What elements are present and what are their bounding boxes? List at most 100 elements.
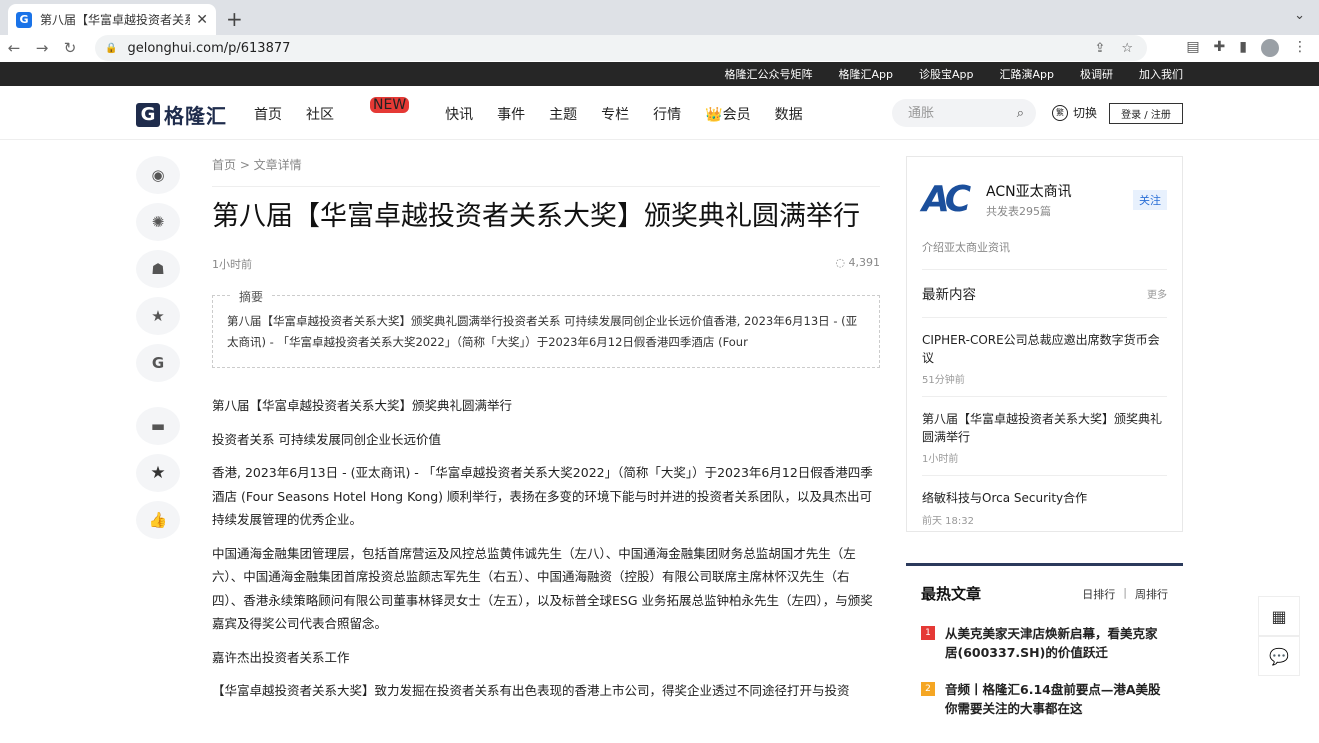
summary-label: 摘要 [231, 288, 272, 305]
summary-text: 第八届【华富卓越投资者关系大奖】颁奖典礼圆满举行投资者关系 可持续发展同创企业长… [227, 314, 858, 349]
latest-item-time: 1小时前 [922, 454, 959, 465]
latest-item-title: 络敏科技与Orca Security合作 [922, 491, 1088, 505]
search-input[interactable] [908, 105, 1004, 121]
logo-mark: G [136, 102, 160, 127]
hot-articles: 最热文章 日排行 | 周排行 1 从美克美家天津店焕新启幕，看美克家居(6003… [906, 563, 1183, 743]
latest-item[interactable]: 第八届【华富卓越投资者关系大奖】颁奖典礼圆满举行 1小时前 [922, 397, 1167, 476]
site-header: G 格隆汇 首页 社区 NEW 快讯 事件 主题 专栏 行情 👑会员 数据 ⌕ 繁… [0, 86, 1319, 140]
nav-membership[interactable]: 👑会员 [705, 104, 750, 124]
hot-rank: 1 [921, 626, 935, 640]
new-tab-icon[interactable]: + [226, 7, 243, 31]
article-body: 第八届【华富卓越投资者关系大奖】颁奖典礼圆满举行 投资者关系 可持续发展同创企业… [212, 394, 880, 703]
search-box: ⌕ [892, 99, 1036, 127]
article-views: ◌ 4,391 [835, 256, 880, 272]
hot-rank: 2 [921, 682, 935, 696]
nav-home[interactable]: 首页 [254, 104, 282, 124]
menu-icon[interactable]: ⋮ [1293, 39, 1307, 57]
topbar-link-app[interactable]: 格隆汇App [839, 66, 894, 82]
author-header: AC ACN亚太商讯 共发表295篇 关注 [922, 179, 1167, 220]
star-icon[interactable]: ★ [136, 454, 180, 492]
reload-icon[interactable]: ↻ [56, 39, 84, 57]
switch-label: 切换 [1073, 106, 1098, 120]
gelonghui-favicon-icon: G [16, 11, 32, 28]
thumbs-up-icon[interactable]: 👍 [136, 501, 180, 539]
browser-tabbar: G 第八届【华富卓越投资者关系大奖 ✕ + ⌄ [0, 0, 1319, 35]
breadcrumb: 首页 > 文章详情 [212, 156, 880, 187]
latest-item-time: 51分钟前 [922, 375, 965, 386]
topbar-link-roadshow[interactable]: 汇路演App [1000, 66, 1055, 82]
latest-item[interactable]: CIPHER-CORE公司总裁应邀出席数字货币会议 51分钟前 [922, 318, 1167, 397]
reader-icon[interactable]: ▤ [1186, 39, 1199, 57]
qq-icon[interactable]: ☗ [136, 250, 180, 288]
nav-columns[interactable]: 专栏 [601, 104, 629, 124]
article-title: 第八届【华富卓越投资者关系大奖】颁奖典礼圆满举行 [212, 201, 860, 232]
topbar-link-wechat-matrix[interactable]: 格隆汇公众号矩阵 [725, 66, 813, 82]
tab-weekly[interactable]: 周排行 [1135, 586, 1168, 602]
hot-item[interactable]: 2 音频丨格隆汇6.14盘前要点—港A美股你需要关注的大事都在这 [921, 680, 1168, 718]
article: 首页 > 文章详情 第八届【华富卓越投资者关系大奖】颁奖典礼圆满举行 1小时前 … [212, 156, 880, 703]
hot-item-title: 从美克美家天津店焕新启幕，看美克家居(600337.SH)的价值跃迁 [945, 626, 1158, 660]
latest-item[interactable]: 络敏科技与Orca Security合作 前天 18:32 [922, 476, 1167, 537]
main-nav: 首页 社区 NEW 快讯 事件 主题 专栏 行情 👑会员 数据 [254, 97, 827, 124]
sidepanel-icon[interactable]: ▮ [1239, 39, 1247, 57]
nav-market[interactable]: 行情 [653, 104, 681, 124]
browser-tab[interactable]: G 第八届【华富卓越投资者关系大奖 ✕ [8, 4, 216, 35]
new-badge: NEW [370, 97, 410, 113]
nav-topics[interactable]: 主题 [549, 104, 577, 124]
latest-title: 最新内容 [922, 287, 976, 303]
browser-toolbar: ← → ↻ 🔒 gelonghui.com/p/613877 ⇪ ☆ ▤ ✚ ▮… [0, 35, 1319, 61]
topbar-link-research[interactable]: 极调研 [1080, 66, 1113, 82]
login-register-button[interactable]: 登录 / 注册 [1109, 103, 1183, 124]
author-logo[interactable]: AC [922, 179, 978, 220]
hot-title: 最热文章 [921, 585, 982, 603]
author-info: ACN亚太商讯 共发表295篇 [986, 181, 1072, 219]
qrcode-icon[interactable]: ▦ [1258, 596, 1300, 636]
nav-community-label: 社区 [306, 107, 334, 123]
url-text: gelonghui.com/p/613877 [127, 40, 291, 56]
address-bar[interactable]: 🔒 gelonghui.com/p/613877 ⇪ ☆ [95, 35, 1147, 61]
traditional-chinese-icon: 繁 [1052, 104, 1068, 121]
language-switch[interactable]: 繁 切换 [1052, 104, 1097, 121]
wechat-moments-icon[interactable]: ✺ [136, 203, 180, 241]
article-paragraph: 中国通海金融集团管理层，包括首席营运及风控总监黄伟诚先生（左八）、中国通海金融集… [212, 545, 873, 632]
bookmark-star-icon[interactable]: ☆ [1121, 41, 1133, 56]
article-paragraph: 投资者关系 可持续发展同创企业长远价值 [212, 431, 441, 447]
article-time: 1小时前 [212, 258, 252, 271]
search-icon[interactable]: ⌕ [1017, 106, 1024, 121]
gelonghui-icon[interactable]: G [136, 344, 180, 382]
topbar-link-join[interactable]: 加入我们 [1139, 66, 1183, 82]
weibo-icon[interactable]: ◉ [136, 156, 180, 194]
close-icon[interactable]: ✕ [196, 12, 208, 28]
tab-separator: | [1123, 585, 1127, 599]
site-logo[interactable]: G 格隆汇 [136, 100, 227, 129]
nav-community[interactable]: 社区 NEW [306, 97, 421, 124]
hot-item[interactable]: 1 从美克美家天津店焕新启幕，看美克家居(600337.SH)的价值跃迁 [921, 624, 1168, 662]
more-link[interactable]: 更多 [1147, 286, 1167, 301]
hot-header: 最热文章 日排行 | 周排行 [921, 583, 1168, 604]
author-name[interactable]: ACN亚太商讯 [986, 181, 1072, 201]
article-paragraph: 【华富卓越投资者关系大奖】致力发掘在投资者关系有出色表现的香港上市公司，得奖企业… [212, 683, 850, 698]
favorite-icon[interactable]: ★ [136, 297, 180, 335]
nav-flash[interactable]: 快讯 [445, 104, 473, 124]
site-topbar: 格隆汇公众号矩阵 格隆汇App 诊股宝App 汇路演App 极调研 加入我们 [0, 62, 1319, 86]
tab-daily[interactable]: 日排行 [1082, 586, 1115, 602]
hot-item-title: 音频丨格隆汇6.14盘前要点—港A美股你需要关注的大事都在这 [945, 682, 1161, 716]
article-paragraph: 第八届【华富卓越投资者关系大奖】颁奖典礼圆满举行 [212, 398, 513, 413]
back-icon[interactable]: ← [0, 39, 28, 57]
forward-icon[interactable]: → [28, 39, 56, 57]
nav-events[interactable]: 事件 [497, 104, 525, 124]
comment-icon[interactable]: ▬ [136, 407, 180, 445]
nav-data[interactable]: 数据 [775, 104, 803, 124]
views-icon: ◌ [835, 256, 849, 269]
follow-button[interactable]: 关注 [1133, 189, 1167, 210]
author-article-count: 共发表295篇 [986, 204, 1051, 218]
profile-avatar-icon[interactable] [1261, 39, 1279, 57]
share-icon[interactable]: ⇪ [1094, 41, 1105, 56]
feedback-icon[interactable]: 💬 [1258, 636, 1300, 676]
share-rail: ◉ ✺ ☗ ★ G ▬ ★ 👍 [136, 156, 180, 548]
tab-title: 第八届【华富卓越投资者关系大奖 [40, 13, 190, 27]
chevron-down-icon[interactable]: ⌄ [1294, 8, 1305, 23]
topbar-link-zhengubao[interactable]: 诊股宝App [919, 66, 974, 82]
extensions-icon[interactable]: ✚ [1214, 39, 1226, 57]
article-summary: 摘要 第八届【华富卓越投资者关系大奖】颁奖典礼圆满举行投资者关系 可持续发展同创… [212, 288, 880, 368]
